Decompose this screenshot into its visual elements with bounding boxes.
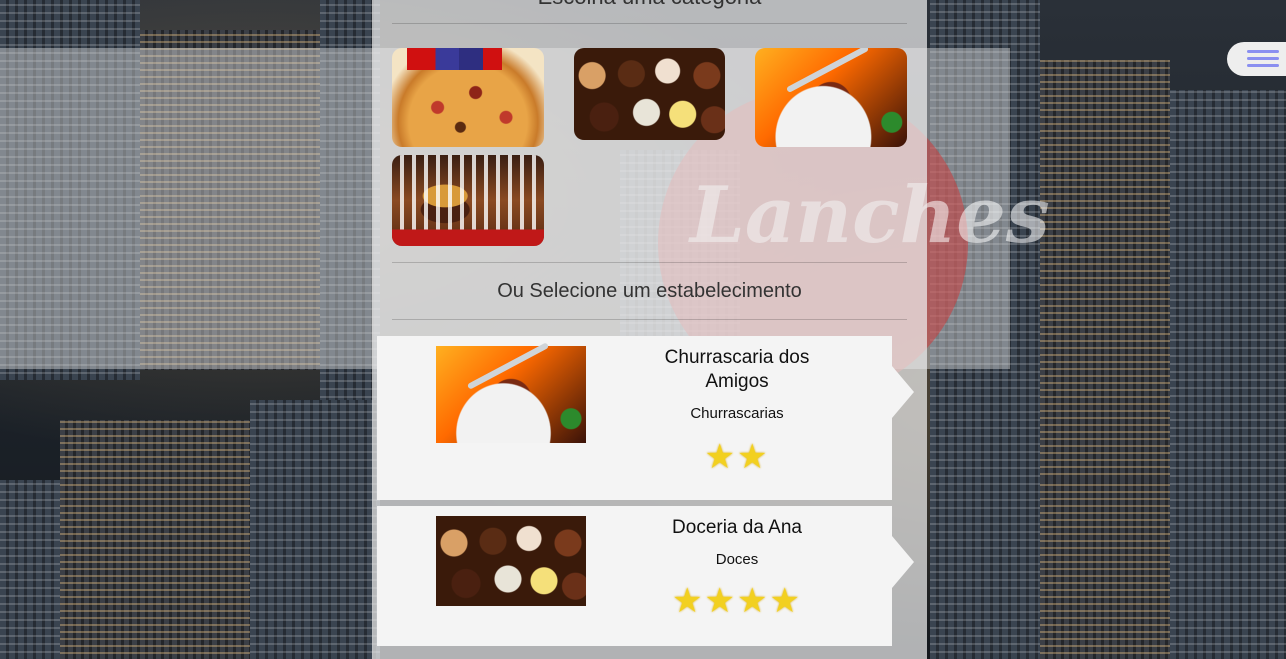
knife [786,48,870,93]
chocolates-image [574,48,725,140]
building [250,400,380,659]
category-churrascarias[interactable] [755,48,907,147]
establishment-name: Churrascaria dos Amigos [664,347,810,392]
building [1170,90,1286,659]
establishment-name: Doceria da Ana [672,517,802,538]
category-doces[interactable] [574,48,725,140]
select-establishment-title: Ou Selecione um estabelecimento [497,280,802,302]
establishment-category: Churrascarias [690,405,784,422]
menu-icon-line [1247,50,1279,53]
building [60,420,270,659]
hamburger-menu-button[interactable] [1227,42,1286,76]
divider [392,319,907,320]
building [1040,480,1170,659]
category-title: Escolha uma categoria [372,0,927,10]
divider [392,23,907,24]
establishment-category: Doces [715,551,759,568]
pizza-image [392,48,544,147]
establishment-image [436,342,586,443]
card-arrow [892,536,914,588]
knife [466,342,550,391]
establishment-image [436,516,586,606]
category-pizzas[interactable] [392,48,544,147]
grill-image [755,48,907,147]
divider [392,262,907,263]
establishment-card[interactable]: Churrascaria dos Amigos Churrascarias ★★ [377,336,914,500]
rating-stars: ★★★★ [672,581,802,621]
menu-icon-line [1247,64,1279,67]
rating-stars: ★★ [704,437,770,477]
establishment-card[interactable]: Doceria da Ana Doces ★★★★ [377,506,914,646]
building [1040,60,1170,480]
card-arrow [892,366,914,418]
soda-cans [407,48,502,70]
category-lanches[interactable] [392,155,544,246]
menu-icon-line [1247,57,1279,60]
building [0,480,60,659]
burger-image [392,155,544,246]
